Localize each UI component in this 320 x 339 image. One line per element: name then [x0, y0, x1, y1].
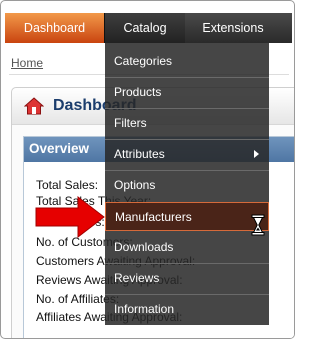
- stat-total-sales: Total Sales:: [36, 178, 99, 192]
- menu-item-label: Downloads: [114, 240, 174, 254]
- menu-item-categories[interactable]: Categories: [105, 47, 269, 77]
- nav-dashboard[interactable]: Dashboard: [5, 13, 105, 43]
- home-icon: [24, 97, 44, 115]
- overview-title: Overview: [29, 141, 90, 156]
- menu-item-filters[interactable]: Filters: [105, 109, 269, 139]
- top-nav-bar: Dashboard Catalog Extensions: [5, 13, 292, 43]
- menu-item-reviews[interactable]: Reviews: [105, 264, 269, 294]
- menu-item-attributes[interactable]: Attributes: [105, 140, 269, 170]
- hourglass-cursor-icon: [251, 214, 265, 236]
- chevron-right-icon: [254, 150, 259, 158]
- nav-catalog[interactable]: Catalog: [105, 13, 185, 43]
- menu-item-products[interactable]: Products: [105, 78, 269, 108]
- menu-item-label: Products: [114, 85, 162, 99]
- menu-item-label: Categories: [114, 54, 173, 68]
- menu-item-label: Manufacturers: [115, 210, 192, 224]
- menu-item-downloads[interactable]: Downloads: [105, 233, 269, 263]
- nav-extensions[interactable]: Extensions: [187, 13, 279, 43]
- menu-item-label: Reviews: [114, 271, 160, 285]
- window-frame: Dashboard Catalog Extensions Home Dashbo…: [0, 0, 295, 339]
- breadcrumb-home-link[interactable]: Home: [11, 56, 43, 70]
- menu-item-options[interactable]: Options: [105, 171, 269, 201]
- menu-item-label: Options: [114, 178, 156, 192]
- catalog-dropdown-menu: Categories Products Filters Attributes O…: [105, 43, 269, 325]
- menu-item-label: Information: [114, 302, 175, 316]
- menu-item-information[interactable]: Information: [105, 295, 269, 325]
- menu-item-manufacturers[interactable]: Manufacturers: [105, 202, 269, 231]
- menu-item-label: Attributes: [114, 147, 165, 161]
- red-pointer-arrow: [35, 195, 105, 239]
- menu-item-label: Filters: [114, 116, 147, 130]
